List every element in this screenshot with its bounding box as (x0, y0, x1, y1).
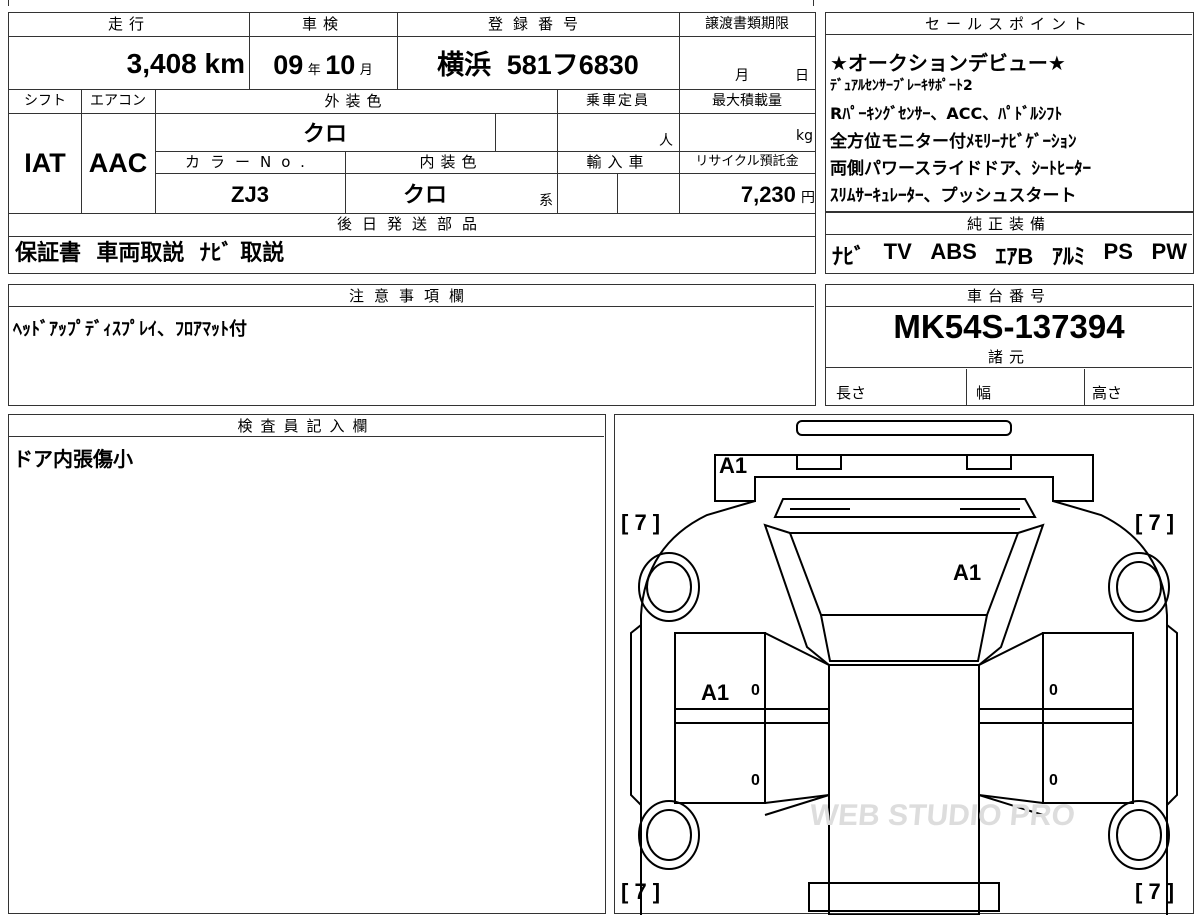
damage-mark: A1 (953, 560, 981, 585)
interior-color-value: クロ 系 (345, 174, 557, 212)
notes-header: 注意事項欄 (9, 285, 814, 307)
headlight-left (796, 454, 842, 470)
sales-points-header: セールスポイント (826, 13, 1192, 35)
sales-point-line: 全方位モニター付ﾒﾓﾘｰﾅﾋﾞｹﾞｰｼｮﾝ (830, 132, 1077, 152)
width-label: 幅 (976, 384, 992, 402)
deadline-month-unit: 月 (735, 68, 749, 84)
header-transfer-deadline: 譲渡書類期限 (705, 16, 789, 32)
equipment-item: PW (1151, 239, 1187, 264)
inspection-value: 09 年 10 月 (249, 37, 397, 87)
equipment-header: 純正装備 (826, 213, 1192, 235)
sales-point-line: Rﾊﾟｰｷﾝｸﾞｾﾝｻｰ、ACC、ﾊﾟﾄﾞﾙｼﾌﾄ (830, 104, 1063, 123)
chassis-header: 車台番号 (826, 285, 1192, 307)
tire-mark: [ 7 ] (621, 879, 660, 904)
roof (828, 664, 980, 915)
max-load-unit: kg (796, 128, 813, 144)
equipment-item: PS (1103, 239, 1133, 264)
capacity-unit: 人 (659, 133, 673, 149)
vehicle-info-table: 走行 車検 登録番号 譲渡書類期限 3,408 km 09 年 10 月 横浜 … (8, 12, 816, 274)
front-bumper (796, 420, 1012, 436)
equipment-item: ABS (930, 239, 977, 264)
header-aircon: エアコン (90, 93, 146, 109)
sales-point-line: ★オークションデビュー★ (830, 51, 1066, 75)
reg-kana: フ (551, 50, 579, 80)
tire-mark: [ 7 ] (621, 510, 660, 535)
header-interior-color: 内装色 (419, 153, 483, 171)
mileage-number: 3,408 (126, 48, 197, 79)
capacity-value: 人 (557, 114, 679, 151)
notes-box: 注意事項欄 ﾍｯﾄﾞｱｯﾌﾟﾃﾞｨｽﾌﾟﾚｲ、ﾌﾛｱﾏｯﾄ付 (8, 284, 816, 406)
mileage-value: 3,408 km (9, 37, 245, 87)
reg-city: 横浜 (437, 50, 492, 80)
recycle-number: 7,230 (740, 182, 796, 207)
inspection-year: 09 (273, 50, 304, 80)
sales-point-line: 両側パワースライドドア、ｼｰﾄﾋｰﾀｰ (830, 159, 1091, 179)
interior-value: クロ (402, 182, 447, 207)
windshield (788, 532, 1020, 616)
specs-header: 諸元 (826, 346, 1192, 368)
header-color-no: カラーNo. (185, 153, 315, 171)
tire-mark: [ 7 ] (1135, 510, 1174, 535)
zero-mark: 0 (1049, 682, 1058, 699)
header-capacity: 乗車定員 (586, 93, 650, 109)
header-import: 輸入車 (586, 153, 650, 171)
deadline-value: 月 日 (679, 37, 815, 87)
equipment-item: ｴｱB (995, 244, 1034, 269)
header-mileage: 走行 (107, 15, 150, 33)
inspector-box: 検査員記入欄 ドア内張傷小 (8, 414, 606, 914)
header-inspection: 車検 (301, 15, 344, 33)
aircon-value: AAC (88, 148, 148, 178)
car-diagram: A1 A1 A1 [ 7 ] [ 7 ] [ 7 ] [ 7 ] 0 0 0 0… (621, 420, 1178, 915)
equipment-item: TV (883, 239, 912, 264)
reg-number-value: 横浜 581フ6830 (397, 37, 679, 87)
header-reg-number: 登録番号 (487, 15, 588, 33)
equipment-item: ﾅﾋﾞ (832, 244, 866, 269)
equipment-item: ｱﾙﾐ (1051, 244, 1085, 269)
sales-point-line: ﾃﾞｭｱﾙｾﾝｻｰﾌﾞﾚｰｷｻﾎﾟｰﾄ2 (830, 78, 973, 94)
max-load-value: kg (679, 114, 815, 151)
tire-mark: [ 7 ] (1135, 879, 1174, 904)
reg-num: 6830 (578, 50, 639, 80)
front-panel (714, 454, 1094, 502)
equipment-list: ﾅﾋﾞ TV ABS ｴｱB ｱﾙﾐ PS PW (832, 239, 1187, 271)
color-no-value: ZJ3 (231, 182, 269, 207)
header-max-load: 最大積載量 (712, 93, 782, 109)
interior-suffix: 系 (539, 193, 553, 209)
headlight-right (966, 454, 1012, 470)
chassis-number: MK54S-137394 (893, 308, 1125, 345)
header-exterior-color: 外装色 (324, 92, 388, 110)
rear-bumper (808, 882, 1000, 912)
inspector-text: ドア内張傷小 (13, 447, 133, 471)
header-recycle: リサイクル預託金 (695, 154, 799, 169)
later-items-value: 保証書 車両取説 ﾅﾋﾞ 取説 (15, 241, 285, 266)
header-shift: シフト (24, 93, 66, 109)
mileage-unit: km (204, 48, 245, 79)
deadline-day-unit: 日 (795, 68, 809, 84)
equipment-box: 純正装備 ﾅﾋﾞ TV ABS ｴｱB ｱﾙﾐ PS PW (825, 212, 1194, 274)
header-later-items: 後日発送部品 (336, 215, 487, 233)
year-unit: 年 (307, 62, 321, 77)
length-label: 長さ (836, 384, 867, 402)
top-strip (8, 0, 814, 6)
damage-mark: A1 (719, 453, 747, 478)
shift-value: IAT (24, 148, 66, 178)
inspector-header: 検査員記入欄 (9, 415, 604, 437)
zero-mark: 0 (751, 682, 760, 699)
sales-point-line: ｽﾘﾑｻｰｷｭﾚｰﾀｰ、プッシュスタート (830, 186, 1077, 206)
zero-mark: 0 (1049, 772, 1058, 789)
reg-class: 581 (506, 50, 552, 80)
month-unit: 月 (359, 62, 373, 77)
recycle-value: 7,230 円 (679, 174, 815, 212)
exterior-color-value: クロ (302, 121, 347, 146)
watermark: WEB STUDIO PRO (809, 799, 1077, 832)
damage-mark: A1 (701, 680, 729, 705)
recycle-unit: 円 (801, 190, 815, 206)
zero-mark: 0 (751, 772, 760, 789)
sales-points-box: セールスポイント ★オークションデビュー★ ﾃﾞｭｱﾙｾﾝｻｰﾌﾞﾚｰｷｻﾎﾟｰ… (825, 12, 1194, 212)
chassis-box: 車台番号 MK54S-137394 諸元 長さ 幅 高さ (825, 284, 1194, 406)
inspection-month: 10 (325, 50, 356, 80)
height-label: 高さ (1092, 384, 1123, 402)
car-diagram-box: A1 A1 A1 [ 7 ] [ 7 ] [ 7 ] [ 7 ] 0 0 0 0… (614, 414, 1194, 915)
notes-text: ﾍｯﾄﾞｱｯﾌﾟﾃﾞｨｽﾌﾟﾚｲ、ﾌﾛｱﾏｯﾄ付 (13, 319, 247, 340)
